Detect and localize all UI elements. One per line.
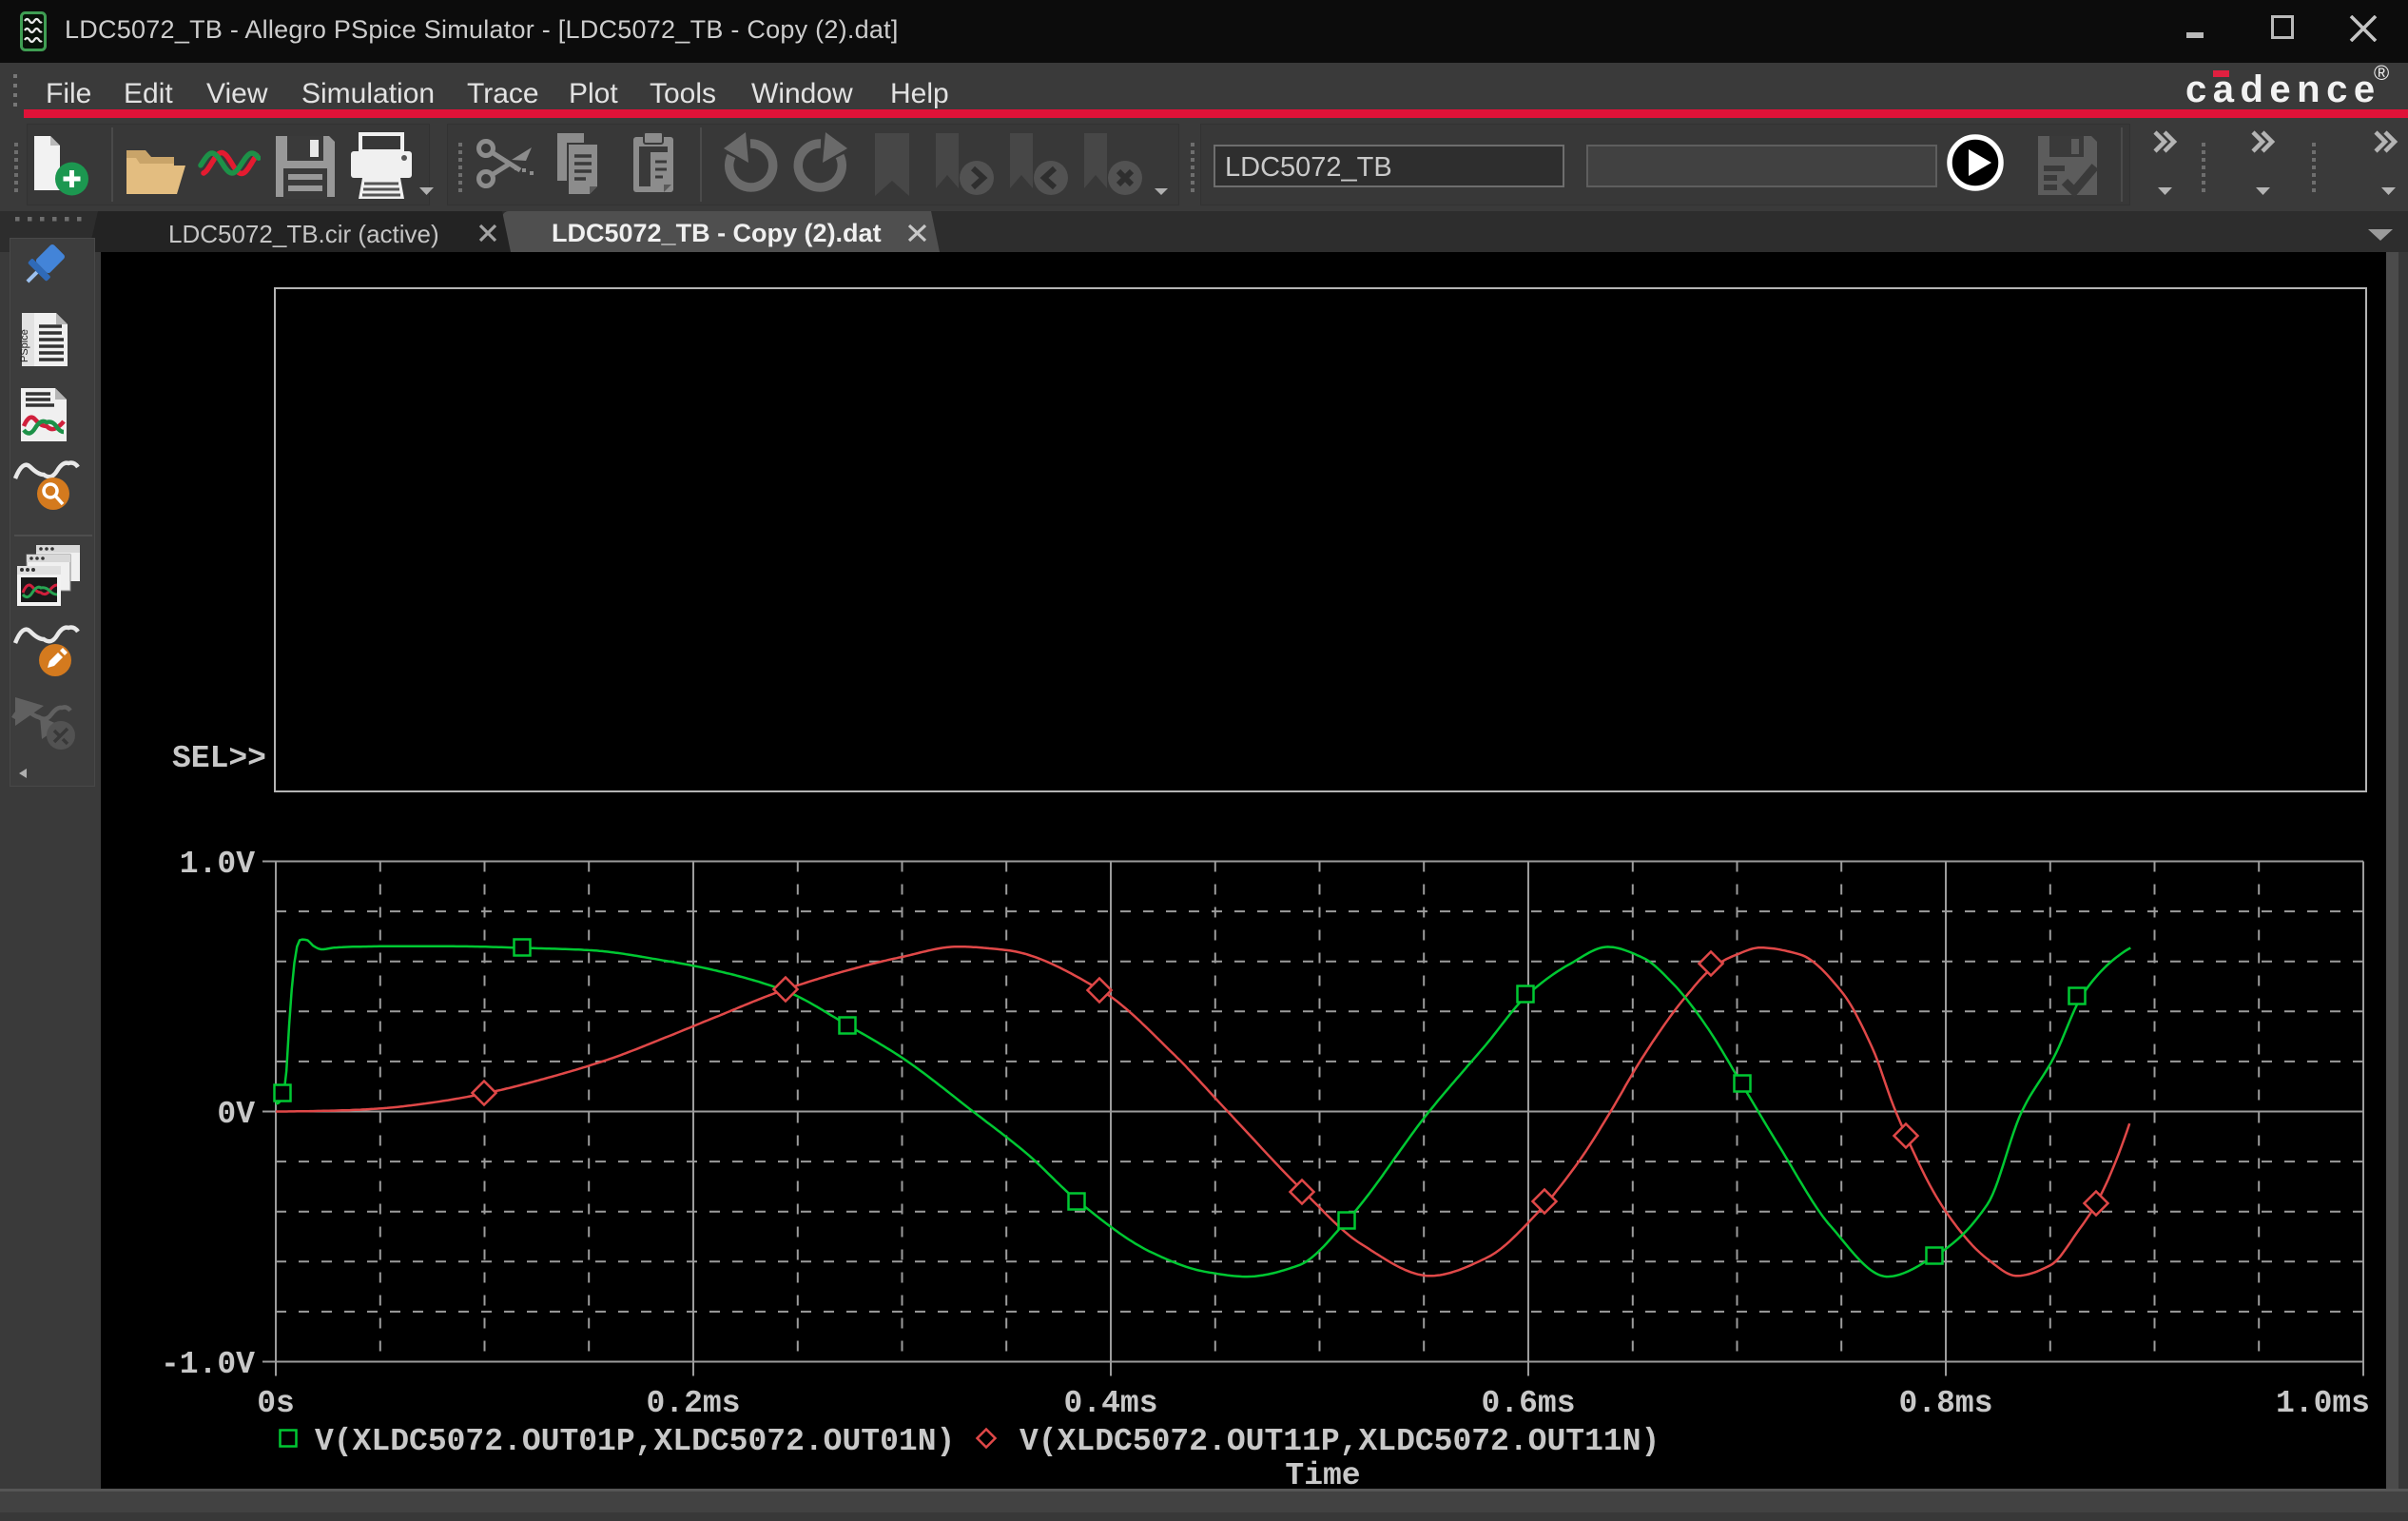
svg-text:0.2ms: 0.2ms xyxy=(646,1386,740,1421)
svg-text:1.0ms: 1.0ms xyxy=(2276,1386,2370,1421)
svg-text:0V: 0V xyxy=(217,1097,255,1132)
svg-text:0.6ms: 0.6ms xyxy=(1481,1386,1575,1421)
svg-text:PSpice: PSpice xyxy=(20,329,30,362)
svg-text:0s: 0s xyxy=(257,1386,295,1421)
svg-text:V(XLDC5072.OUT01P,XLDC5072.OUT: V(XLDC5072.OUT01P,XLDC5072.OUT01N) xyxy=(315,1424,955,1459)
svg-text:0.4ms: 0.4ms xyxy=(1063,1386,1157,1421)
svg-text:1.0V: 1.0V xyxy=(180,847,255,882)
svg-text:V(XLDC5072.OUT11P,XLDC5072.OUT: V(XLDC5072.OUT11P,XLDC5072.OUT11N) xyxy=(1020,1424,1660,1459)
svg-text:-1.0V: -1.0V xyxy=(161,1347,255,1382)
svg-text:0.8ms: 0.8ms xyxy=(1898,1386,1992,1421)
svg-text:SEL>>: SEL>> xyxy=(172,741,266,776)
